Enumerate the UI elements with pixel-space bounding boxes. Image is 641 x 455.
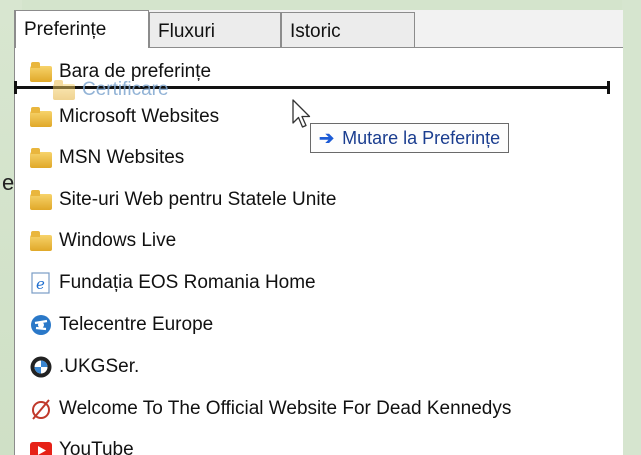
folder-icon — [29, 188, 53, 212]
folder-icon — [29, 146, 53, 170]
drag-tooltip-label: Mutare la Preferințe — [342, 128, 501, 148]
tab-feeds[interactable]: Fluxuri — [149, 12, 281, 48]
tab-strip: Preferințe Fluxuri Istoric — [15, 10, 623, 48]
list-item-label: Welcome To The Official Website For Dead… — [59, 398, 512, 419]
bmw-icon — [29, 355, 53, 379]
folder-icon — [29, 60, 53, 84]
folder-icon — [29, 105, 53, 129]
list-item[interactable]: .UKGSer. — [29, 350, 139, 384]
tab-underline — [149, 47, 623, 48]
list-item[interactable]: Site-uri Web pentru Statele Unite — [29, 183, 336, 217]
list-item-label: MSN Websites — [59, 147, 185, 168]
list-item-label: YouTube — [59, 439, 134, 455]
list-item[interactable]: e Fundația EOS Romania Home — [29, 266, 316, 300]
dk-logo-icon — [29, 397, 53, 421]
list-item-label: Site-uri Web pentru Statele Unite — [59, 189, 337, 210]
background-right — [622, 0, 641, 455]
drag-tooltip: ➔ Mutare la Preferințe — [310, 123, 510, 153]
tab-favorites[interactable]: Preferințe — [15, 10, 149, 48]
list-item-label: Fundația EOS Romania Home — [59, 272, 316, 293]
list-item[interactable]: Windows Live — [29, 224, 176, 258]
drag-ghost-label: Certificare — [82, 79, 169, 100]
drag-ghost-item: Certificare — [52, 75, 169, 105]
list-item-label: Telecentre Europe — [59, 314, 214, 335]
arrow-right-icon: ➔ — [319, 128, 335, 148]
globe-icon — [29, 313, 53, 337]
svg-text:e: e — [36, 275, 45, 293]
folder-icon — [29, 229, 53, 253]
list-item-label: Windows Live — [59, 230, 177, 251]
ie-page-icon: e — [29, 271, 53, 295]
list-item[interactable]: Telecentre Europe — [29, 308, 213, 342]
list-item[interactable]: Welcome To The Official Website For Dead… — [29, 392, 511, 426]
folder-icon — [52, 78, 76, 102]
tab-history[interactable]: Istoric — [281, 12, 415, 48]
list-item-label: .UKGSer. — [59, 356, 140, 377]
background-text: e — [2, 170, 15, 195]
list-item[interactable]: Microsoft Websites — [29, 100, 219, 134]
youtube-icon — [29, 438, 53, 455]
list-item[interactable]: YouTube — [29, 433, 134, 455]
list-item[interactable]: MSN Websites — [29, 141, 184, 175]
list-item-label: Microsoft Websites — [59, 106, 220, 127]
